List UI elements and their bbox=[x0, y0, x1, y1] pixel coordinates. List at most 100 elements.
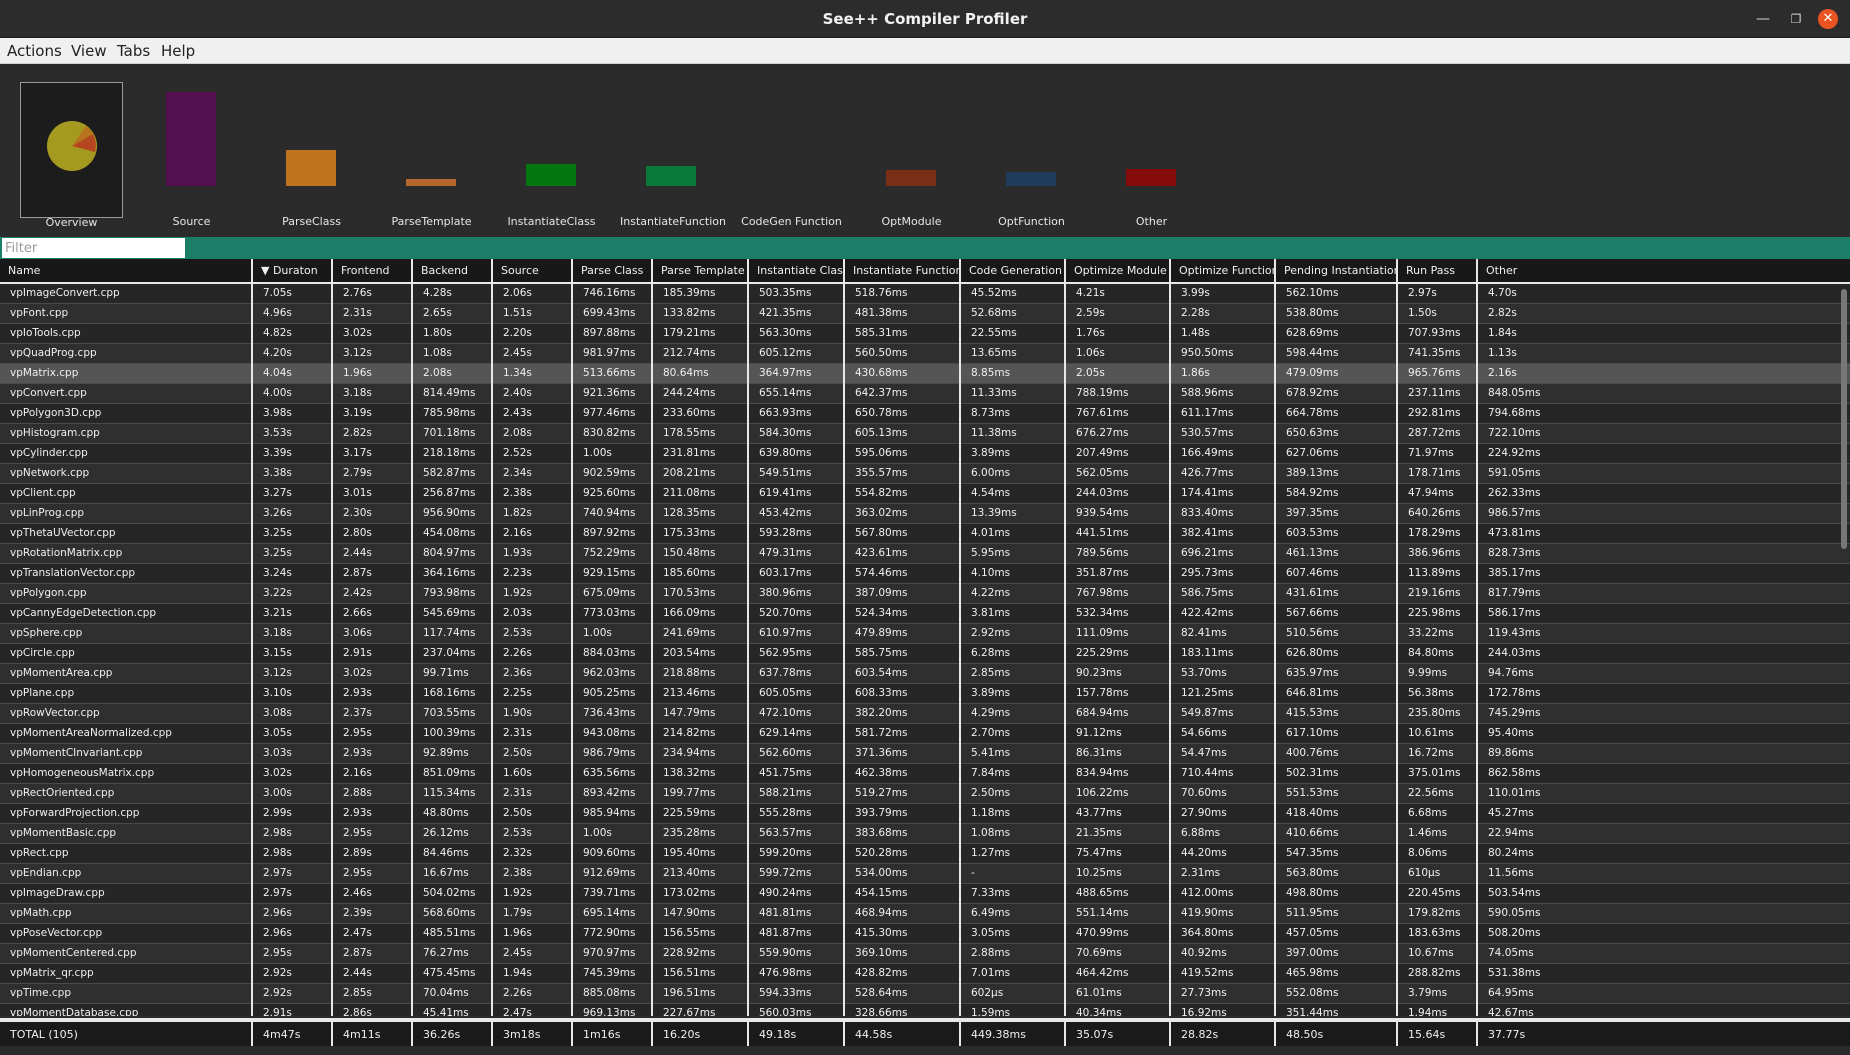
table-row[interactable]: vpMomentAreaNormalized.cpp 3.05s 2.95s 100.… bbox=[0, 723, 1850, 744]
table-row[interactable]: vpLinProg.cpp 3.26s 2.30s 956.90ms 1.82s 740.… bbox=[0, 503, 1850, 524]
menu-view[interactable]: View bbox=[71, 42, 107, 60]
table-row[interactable]: vpMomentBasic.cpp 2.98s 2.95s 26.12ms 2.53s 1… bbox=[0, 823, 1850, 844]
column-header-parse-template[interactable]: Parse Template bbox=[651, 259, 748, 283]
table-row[interactable]: vpTranslationVector.cpp 3.24s 2.87s 364.16m… bbox=[0, 563, 1850, 584]
category-label: Source bbox=[172, 215, 211, 228]
cell-other: 45.27ms bbox=[1476, 803, 1850, 824]
table-row[interactable]: vpCannyEdgeDetection.cpp 3.21s 2.66s 545.69… bbox=[0, 603, 1850, 624]
column-header-optimize-module[interactable]: Optimize Module bbox=[1064, 259, 1170, 283]
table-row[interactable]: vpEndian.cpp 2.97s 2.95s 16.67ms 2.38s 912.69… bbox=[0, 863, 1850, 884]
column-header-name[interactable]: Name bbox=[0, 259, 252, 283]
table-row[interactable]: vpMomentCInvariant.cpp 3.03s 2.93s 92.89ms 2… bbox=[0, 743, 1850, 764]
column-header-run-pass[interactable]: Run Pass bbox=[1396, 259, 1477, 283]
cell-run-pass: 610µs bbox=[1396, 863, 1477, 884]
column-header-frontend[interactable]: Frontend bbox=[331, 259, 412, 283]
cell-parse-class: 1.00s bbox=[571, 823, 652, 844]
category-source[interactable]: Source bbox=[140, 82, 243, 228]
cell-optimize-function: 27.73ms bbox=[1169, 983, 1275, 1004]
cell-code-generation: 7.84ms bbox=[959, 763, 1065, 784]
table-row[interactable]: vpMomentDatabase.cpp 2.91s 2.86s 45.41ms 2.4… bbox=[0, 1003, 1850, 1016]
cell-duration: 3.05s bbox=[251, 723, 332, 744]
category-optmodule[interactable]: OptModule bbox=[860, 82, 963, 228]
column-header-other[interactable]: Other bbox=[1476, 259, 1850, 283]
cell-pending-instantiations: 626.80ms bbox=[1274, 643, 1397, 664]
table-row[interactable]: vpPolygon.cpp 3.22s 2.42s 793.98ms 1.92s 675.… bbox=[0, 583, 1850, 604]
table-row[interactable]: vpThetaUVector.cpp 3.25s 2.80s 454.08ms 2.16… bbox=[0, 523, 1850, 544]
cell-name: vpMomentDatabase.cpp bbox=[0, 1003, 252, 1016]
table-row[interactable]: vpRect.cpp 2.98s 2.89s 84.46ms 2.32s 909.60ms… bbox=[0, 843, 1850, 864]
category-codegen-function[interactable]: CodeGen Function bbox=[740, 82, 843, 228]
cell-code-generation: 2.50ms bbox=[959, 783, 1065, 804]
column-header-source[interactable]: Source bbox=[491, 259, 572, 283]
cell-parse-template: 196.51ms bbox=[651, 983, 748, 1004]
table-row[interactable]: vpFont.cpp 4.96s 2.31s 2.65s 1.51s 699.43ms 13… bbox=[0, 303, 1850, 324]
column-header-duration[interactable]: ▼ Duraton bbox=[251, 259, 332, 283]
filter-input[interactable] bbox=[2, 238, 185, 258]
table-row[interactable]: vpTime.cpp 2.92s 2.85s 70.04ms 2.26s 885.08ms… bbox=[0, 983, 1850, 1004]
cell-pending-instantiations: 678.92ms bbox=[1274, 383, 1397, 404]
cell-parse-template: 195.40ms bbox=[651, 843, 748, 864]
cell-source: 1.92s bbox=[491, 583, 572, 604]
table-row[interactable]: vpRotationMatrix.cpp 3.25s 2.44s 804.97ms 1.… bbox=[0, 543, 1850, 564]
table-row[interactable]: vpNetwork.cpp 3.38s 2.79s 582.87ms 2.34s 902.… bbox=[0, 463, 1850, 484]
category-overview[interactable]: Overview bbox=[20, 82, 123, 229]
table-row[interactable]: vpSphere.cpp 3.18s 3.06s 117.74ms 2.53s 1.00s… bbox=[0, 623, 1850, 644]
table-row[interactable]: vpRowVector.cpp 3.08s 2.37s 703.55ms 1.90s 73… bbox=[0, 703, 1850, 724]
column-header-instantiate-function[interactable]: Instantiate Function bbox=[843, 259, 960, 283]
table-row[interactable]: vpHistogram.cpp 3.53s 2.82s 701.18ms 2.08s 83… bbox=[0, 423, 1850, 444]
table-row[interactable]: vpRectOriented.cpp 3.00s 2.88s 115.34ms 2.31… bbox=[0, 783, 1850, 804]
cell-parse-template: 147.90ms bbox=[651, 903, 748, 924]
vertical-scrollbar[interactable] bbox=[1841, 289, 1847, 549]
menu-tabs[interactable]: Tabs bbox=[117, 42, 150, 60]
cell-other: 473.81ms bbox=[1476, 523, 1850, 544]
table-row[interactable]: vpPolygon3D.cpp 3.98s 3.19s 785.98ms 2.43s 97… bbox=[0, 403, 1850, 424]
category-parsetemplate[interactable]: ParseTemplate bbox=[380, 82, 483, 228]
cell-source: 2.06s bbox=[491, 282, 572, 304]
table-row[interactable]: vpHomogeneousMatrix.cpp 3.02s 2.16s 851.09m… bbox=[0, 763, 1850, 784]
table-row[interactable]: vpConvert.cpp 4.00s 3.18s 814.49ms 2.40s 921.… bbox=[0, 383, 1850, 404]
table-row[interactable]: vpPoseVector.cpp 2.96s 2.47s 485.51ms 1.96s 7… bbox=[0, 923, 1850, 944]
category-optfunction[interactable]: OptFunction bbox=[980, 82, 1083, 228]
category-instantiatefunction[interactable]: InstantiateFunction bbox=[620, 82, 726, 228]
table-row[interactable]: vpMatrix.cpp 4.04s 1.96s 2.08s 1.34s 513.66ms… bbox=[0, 363, 1850, 384]
column-header-optimize-function[interactable]: Optimize Function bbox=[1169, 259, 1275, 283]
table-row[interactable]: vpMomentArea.cpp 3.12s 3.02s 99.71ms 2.36s 96… bbox=[0, 663, 1850, 684]
table-row[interactable]: vpMatrix_qr.cpp 2.92s 2.44s 475.45ms 1.94s 74… bbox=[0, 963, 1850, 984]
table-row[interactable]: vpQuadProg.cpp 4.20s 3.12s 1.08s 2.45s 981.97… bbox=[0, 343, 1850, 364]
table-row[interactable]: vpCylinder.cpp 3.39s 3.17s 218.18ms 2.52s 1.0… bbox=[0, 443, 1850, 464]
table-row[interactable]: vpClient.cpp 3.27s 3.01s 256.87ms 2.38s 925.6… bbox=[0, 483, 1850, 504]
table-row[interactable]: vpCircle.cpp 3.15s 2.91s 237.04ms 2.26s 884.0… bbox=[0, 643, 1850, 664]
category-parseclass[interactable]: ParseClass bbox=[260, 82, 363, 228]
column-header-backend[interactable]: Backend bbox=[411, 259, 492, 283]
table-row[interactable]: vpImageDraw.cpp 2.97s 2.46s 504.02ms 1.92s 73… bbox=[0, 883, 1850, 904]
category-instantiateclass[interactable]: InstantiateClass bbox=[500, 82, 603, 228]
cell-backend: 1.80s bbox=[411, 323, 492, 344]
table-row[interactable]: vpForwardProjection.cpp 2.99s 2.93s 48.80ms… bbox=[0, 803, 1850, 824]
minimize-icon[interactable]: — bbox=[1753, 9, 1773, 29]
cell-pending-instantiations: 415.53ms bbox=[1274, 703, 1397, 724]
table-row[interactable]: vpIoTools.cpp 4.82s 3.02s 1.80s 2.20s 897.88m… bbox=[0, 323, 1850, 344]
table-row[interactable]: vpImageConvert.cpp 7.05s 2.76s 4.28s 2.06s 74… bbox=[0, 282, 1850, 304]
table-row[interactable]: vpPlane.cpp 3.10s 2.93s 168.16ms 2.25s 905.25… bbox=[0, 683, 1850, 704]
cell-pending-instantiations: 538.80ms bbox=[1274, 303, 1397, 324]
cell-source: 2.40s bbox=[491, 383, 572, 404]
column-header-parse-class[interactable]: Parse Class bbox=[571, 259, 652, 283]
column-header-pending-instantiations[interactable]: Pending Instantiations bbox=[1274, 259, 1397, 283]
cell-optimize-module: 225.29ms bbox=[1064, 643, 1170, 664]
close-icon[interactable]: ✕ bbox=[1818, 9, 1838, 29]
category-other[interactable]: Other bbox=[1100, 82, 1203, 228]
column-header-code-generation[interactable]: Code Generation bbox=[959, 259, 1065, 283]
table-row[interactable]: vpMath.cpp 2.96s 2.39s 568.60ms 1.79s 695.14m… bbox=[0, 903, 1850, 924]
cell-duration: 3.02s bbox=[251, 763, 332, 784]
cell-name: vpRectOriented.cpp bbox=[0, 783, 252, 804]
cell-instantiate-class: 479.31ms bbox=[747, 543, 844, 564]
table-row[interactable]: vpMomentCentered.cpp 2.95s 2.87s 76.27ms 2.4… bbox=[0, 943, 1850, 964]
cell-source: 1.90s bbox=[491, 703, 572, 724]
cell-run-pass: 47.94ms bbox=[1396, 483, 1477, 504]
cell-source: 2.45s bbox=[491, 943, 572, 964]
cell-source: 2.26s bbox=[491, 643, 572, 664]
maximize-icon[interactable]: ❐ bbox=[1786, 9, 1806, 29]
menu-help[interactable]: Help bbox=[161, 42, 195, 60]
column-header-instantiate-class[interactable]: Instantiate Class bbox=[747, 259, 844, 283]
menu-actions[interactable]: Actions bbox=[7, 42, 62, 60]
